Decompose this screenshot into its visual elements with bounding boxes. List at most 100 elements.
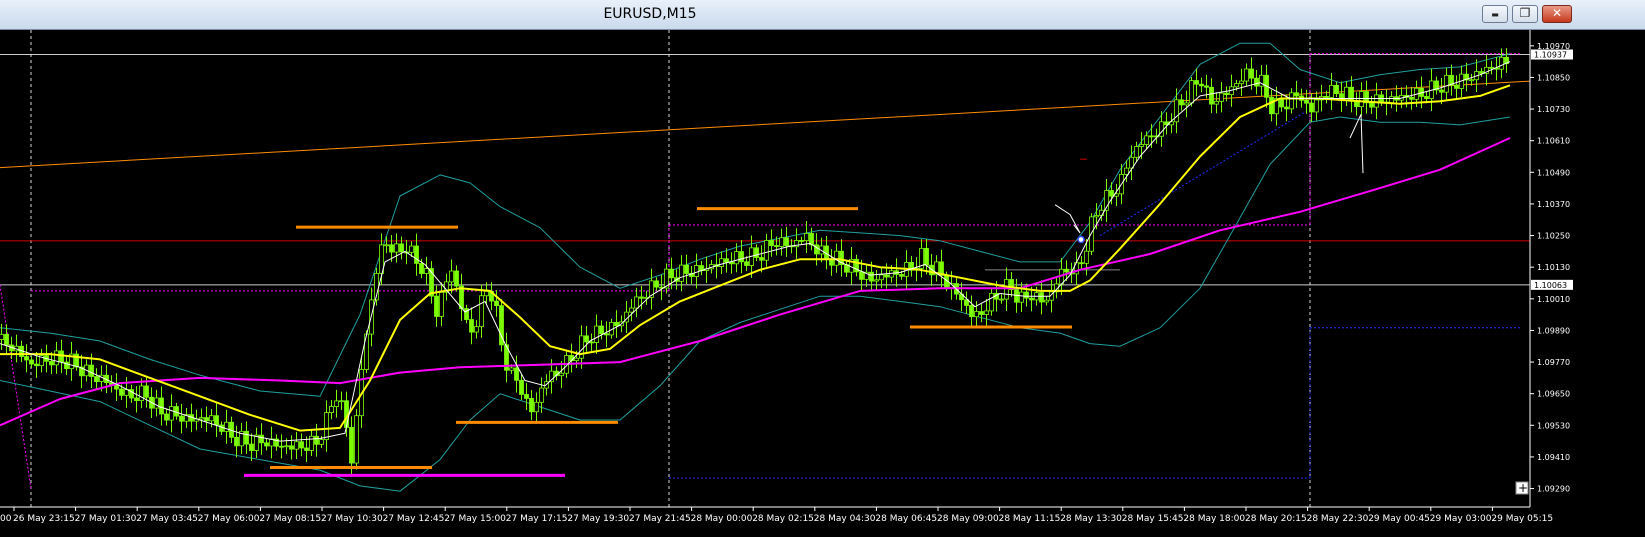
event-marker-icon — [1077, 235, 1085, 244]
time-axis-label: 28 May 02:15 — [752, 514, 814, 524]
candle-body — [1079, 262, 1084, 265]
candle-body — [224, 421, 229, 432]
candle-body — [969, 305, 974, 318]
candle-body — [254, 434, 259, 451]
candle-body — [1239, 80, 1244, 85]
bollinger-upper-band — [0, 42, 1511, 397]
candle-body — [469, 319, 474, 333]
candle-body — [979, 311, 984, 315]
time-axis-label: 28 May 15:45 — [1122, 514, 1184, 524]
candle-body — [989, 292, 994, 312]
minimize-button[interactable]: ▬ — [1482, 5, 1508, 23]
time-axis-label: 27 May 15:00 — [444, 514, 506, 524]
candle-body — [1029, 297, 1034, 301]
close-button[interactable]: ✕ — [1542, 5, 1572, 23]
minimize-icon: ▬ — [1491, 10, 1499, 19]
time-axis-label: 28 May 18:00 — [1183, 514, 1245, 524]
candle-body — [729, 261, 734, 265]
price-chart[interactable]: 1.10970 1.10850 1.10730 1.10610 1.10490 1.103… — [0, 30, 1645, 537]
candle-body — [264, 442, 269, 447]
candle-body — [654, 280, 659, 288]
close-icon: ✕ — [1551, 6, 1563, 20]
arrow-head — [1073, 224, 1081, 234]
candle-body — [1214, 100, 1219, 105]
current-price-label: 1.10063 — [1534, 281, 1567, 290]
price-axis-label: 1.10850 — [1537, 73, 1570, 82]
restore-button[interactable]: ❐ — [1512, 5, 1538, 23]
candle-body — [354, 415, 359, 464]
time-axis-label: 27 May 01:30 — [75, 514, 137, 524]
price-axis-label: 1.10250 — [1537, 232, 1570, 241]
candle-body — [434, 295, 439, 317]
candle-body — [214, 415, 219, 426]
candle-body — [999, 298, 1004, 301]
candle-body — [884, 274, 889, 278]
candle-body — [534, 401, 539, 413]
candle-body — [529, 398, 534, 413]
price-axis-label: 1.09890 — [1537, 326, 1570, 335]
candle-body — [144, 385, 149, 398]
time-axis-label: 27 May 19:30 — [567, 514, 629, 524]
trendline — [0, 80, 1531, 169]
title-bar[interactable]: EURUSD,M15 ▬ ❐ ✕ — [0, 0, 1645, 30]
candle-body — [329, 406, 334, 413]
candle-body — [1244, 68, 1249, 82]
candle-body — [159, 397, 164, 415]
candle-body — [454, 270, 459, 287]
candle-body — [1199, 83, 1204, 87]
time-axis-label: 27 May 10:30 — [321, 514, 383, 524]
price-axis-label: 1.10130 — [1537, 263, 1570, 272]
candle-body — [29, 359, 34, 365]
candle-body — [924, 247, 929, 266]
time-axis-label: 28 May 09:00 — [937, 514, 999, 524]
candle-body — [234, 436, 239, 447]
candle-body — [0, 333, 4, 340]
candle-body — [284, 445, 289, 448]
time-axis-label: 27 May 17:15 — [506, 514, 568, 524]
candle-body — [209, 415, 214, 422]
candle-body — [589, 341, 594, 344]
candle-body — [629, 307, 634, 313]
candle-body — [324, 412, 329, 441]
candle-body — [1369, 102, 1374, 108]
time-axis-label: 28 May 04:30 — [814, 514, 876, 524]
candle-body — [754, 247, 759, 258]
candle-body — [784, 237, 789, 247]
candle-body — [1349, 86, 1354, 102]
candle-body — [524, 394, 529, 399]
candle-body — [1234, 83, 1239, 88]
arrow-head — [1349, 114, 1362, 139]
candle-body — [219, 424, 224, 432]
candle-body — [169, 406, 174, 421]
time-axis-label: 28 May 22:30 — [1307, 514, 1369, 524]
candle-body — [414, 245, 419, 264]
candle-body — [339, 400, 344, 403]
time-axis-label: 29 May 03:00 — [1430, 514, 1492, 524]
candle-body — [1084, 250, 1089, 264]
current-price-label: 1.10937 — [1534, 51, 1567, 60]
candle-body — [1024, 291, 1029, 299]
window-title: EURUSD,M15 — [603, 6, 697, 22]
candle-body — [1454, 84, 1459, 89]
candle-body — [669, 268, 674, 279]
candle-body — [1039, 292, 1044, 303]
candle-body — [889, 270, 894, 278]
range-dotted-line — [0, 284, 32, 489]
candle-body — [494, 300, 499, 307]
time-axis-label: 27 May 12:45 — [383, 514, 445, 524]
price-axis-label: 1.10370 — [1537, 200, 1570, 209]
candle-body — [1064, 268, 1069, 273]
price-axis-label: 1.09410 — [1537, 453, 1570, 462]
candle-body — [289, 445, 294, 450]
candle-body — [604, 333, 609, 336]
candle-body — [799, 240, 804, 242]
price-axis-label: 1.10730 — [1537, 105, 1570, 114]
candle-body — [424, 268, 429, 274]
candle-body — [299, 441, 304, 449]
hand-drawn-arrow — [1360, 114, 1364, 174]
candle-body — [349, 427, 354, 464]
candle-body — [574, 357, 579, 361]
candle-body — [1294, 92, 1299, 97]
candle-body — [539, 387, 544, 403]
candle-body — [319, 439, 324, 445]
